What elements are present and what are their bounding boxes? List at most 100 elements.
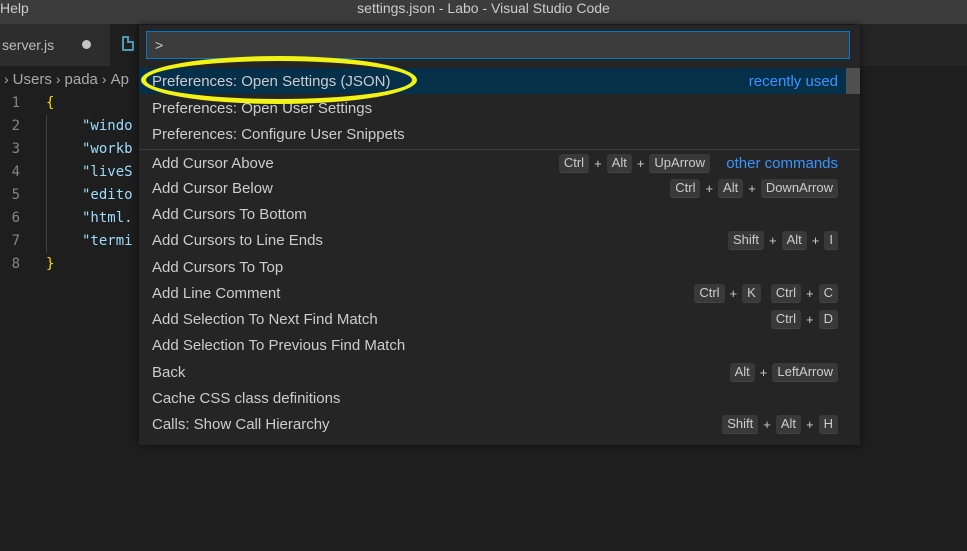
line-number: 8	[11, 256, 20, 272]
plus-separator: +	[759, 364, 768, 380]
command-item[interactable]: Add Cursors To Top	[139, 254, 860, 280]
command-label: Add Cursor Above	[152, 154, 274, 172]
plus-separator: +	[806, 285, 814, 301]
command-label: Add Selection To Next Find Match	[152, 310, 378, 328]
key-cap: I	[824, 230, 838, 250]
key-cap: LeftArrow	[772, 362, 838, 382]
command-group-tag: other commands	[726, 154, 838, 172]
file-icon	[122, 36, 134, 51]
plus-separator: +	[763, 416, 771, 432]
command-item[interactable]: Preferences: Configure User Snippets	[139, 121, 860, 147]
code-line[interactable]: "windo	[46, 115, 133, 138]
command-item[interactable]: Add Selection To Next Find Match Ctrl + D	[139, 306, 860, 332]
command-label: Add Cursors To Bottom	[152, 205, 307, 223]
breadcrumb-item[interactable]: Users	[13, 71, 52, 88]
command-item[interactable]: Cache CSS class definitions	[139, 385, 860, 411]
line-number: 3	[11, 141, 20, 157]
code-line[interactable]: "html.	[46, 207, 133, 230]
key-cap: Ctrl	[694, 283, 725, 303]
command-label: Preferences: Open Settings (JSON)	[152, 72, 391, 90]
key-cap: C	[818, 283, 838, 303]
key-cap: Ctrl	[770, 309, 802, 329]
plus-separator: +	[748, 180, 756, 196]
key-cap: Ctrl	[770, 283, 802, 303]
command-item[interactable]: Add Cursor Below Ctrl + Alt + DownArrow	[139, 175, 860, 201]
plus-separator: +	[811, 232, 820, 248]
command-item[interactable]: Add Cursors To Bottom	[139, 201, 860, 227]
plus-separator: +	[806, 416, 814, 432]
keybinding: Ctrl + D	[770, 309, 838, 329]
tab-server-js[interactable]: server.js	[0, 24, 110, 66]
command-label: Back	[152, 363, 186, 381]
command-item[interactable]: Add Line Comment Ctrl + K Ctrl + C	[139, 280, 860, 306]
key-cap: Ctrl	[558, 153, 590, 173]
title-bar: Help settings.json - Labo - Visual Studi…	[0, 0, 967, 24]
key-cap: DownArrow	[760, 178, 838, 198]
command-label: Preferences: Open User Settings	[152, 99, 373, 117]
line-number: 2	[11, 118, 20, 134]
command-label: Cache CSS class definitions	[152, 389, 341, 407]
key-cap: UpArrow	[649, 153, 710, 173]
line-number: 7	[11, 233, 20, 249]
key-cap: Alt	[781, 230, 807, 250]
command-label: Add Cursors To Top	[152, 258, 284, 276]
scrollbar-thumb[interactable]	[846, 68, 860, 94]
keybinding: Ctrl + Alt + DownArrow	[670, 178, 838, 198]
command-item[interactable]: Calls: Show Call Hierarchy Shift + Alt + H	[139, 411, 860, 437]
plus-separator: +	[594, 155, 602, 171]
command-group-tag: recently used	[748, 72, 838, 90]
key-cap: H	[818, 414, 838, 434]
command-label: Calls: Show Call Hierarchy	[152, 415, 330, 433]
code-line[interactable]: }	[46, 253, 133, 276]
command-label: Add Cursors to Line Ends	[152, 231, 323, 249]
code-line[interactable]: "termi	[46, 230, 133, 253]
plus-separator: +	[636, 155, 645, 171]
keybinding: Shift + Alt + I	[728, 230, 838, 250]
code-editor[interactable]: { "windo "workb "liveS "edito "html. "te…	[46, 92, 133, 276]
code-line[interactable]: "edito	[46, 184, 133, 207]
key-cap: Shift	[728, 230, 765, 250]
key-cap: Alt	[729, 362, 755, 382]
breadcrumb-item[interactable]: Ap	[111, 71, 129, 88]
line-number: 5	[11, 187, 20, 203]
command-item[interactable]: Preferences: Open User Settings	[139, 95, 860, 121]
line-number: 6	[11, 210, 20, 226]
window-title: settings.json - Labo - Visual Studio Cod…	[357, 0, 610, 16]
key-cap: Shift	[722, 414, 759, 434]
keybinding: Ctrl + K Ctrl + C	[694, 283, 838, 303]
keybinding: Ctrl + Alt + UpArrow	[558, 153, 710, 173]
line-number-gutter: 1 2 3 4 5 6 7 8	[0, 92, 20, 276]
command-item[interactable]: Add Cursor Above Ctrl + Alt + UpArrow other co…	[139, 149, 860, 176]
tab-label: server.js	[2, 37, 55, 53]
key-cap: Ctrl	[670, 178, 701, 198]
keybinding: Alt + LeftArrow	[729, 362, 838, 382]
chevron-right-icon: ›	[101, 71, 107, 87]
breadcrumb: › Users › pada › Ap	[0, 68, 129, 90]
plus-separator: +	[806, 311, 814, 327]
breadcrumb-item[interactable]: pada	[65, 71, 98, 88]
code-line[interactable]: {	[46, 92, 133, 115]
code-line[interactable]: "liveS	[46, 161, 133, 184]
key-cap: D	[818, 309, 838, 329]
command-label: Add Line Comment	[152, 284, 281, 302]
keybinding: Shift + Alt + H	[722, 414, 838, 434]
command-item[interactable]: Add Selection To Previous Find Match	[139, 332, 860, 358]
command-label: Add Selection To Previous Find Match	[152, 336, 406, 354]
command-label: Add Cursor Below	[152, 179, 273, 197]
command-item[interactable]: Back Alt + LeftArrow	[139, 359, 860, 385]
command-item[interactable]: Preferences: Open Settings (JSON) recentl…	[139, 68, 860, 94]
key-cap: K	[742, 283, 761, 303]
plus-separator: +	[769, 232, 777, 248]
line-number: 4	[11, 164, 20, 180]
command-item[interactable]: Add Cursors to Line Ends Shift + Alt + I	[139, 227, 860, 253]
command-label: Preferences: Configure User Snippets	[152, 125, 405, 143]
chevron-right-icon: ›	[4, 71, 9, 87]
line-number: 1	[11, 95, 20, 111]
plus-separator: +	[705, 180, 714, 196]
command-palette-input[interactable]: >	[146, 31, 850, 59]
key-cap: Alt	[718, 178, 744, 198]
code-line[interactable]: "workb	[46, 138, 133, 161]
modified-dot-icon[interactable]	[82, 40, 91, 49]
command-palette: > Preferences: Open Settings (JSON) recen…	[139, 25, 860, 445]
key-cap: Alt	[606, 153, 632, 173]
